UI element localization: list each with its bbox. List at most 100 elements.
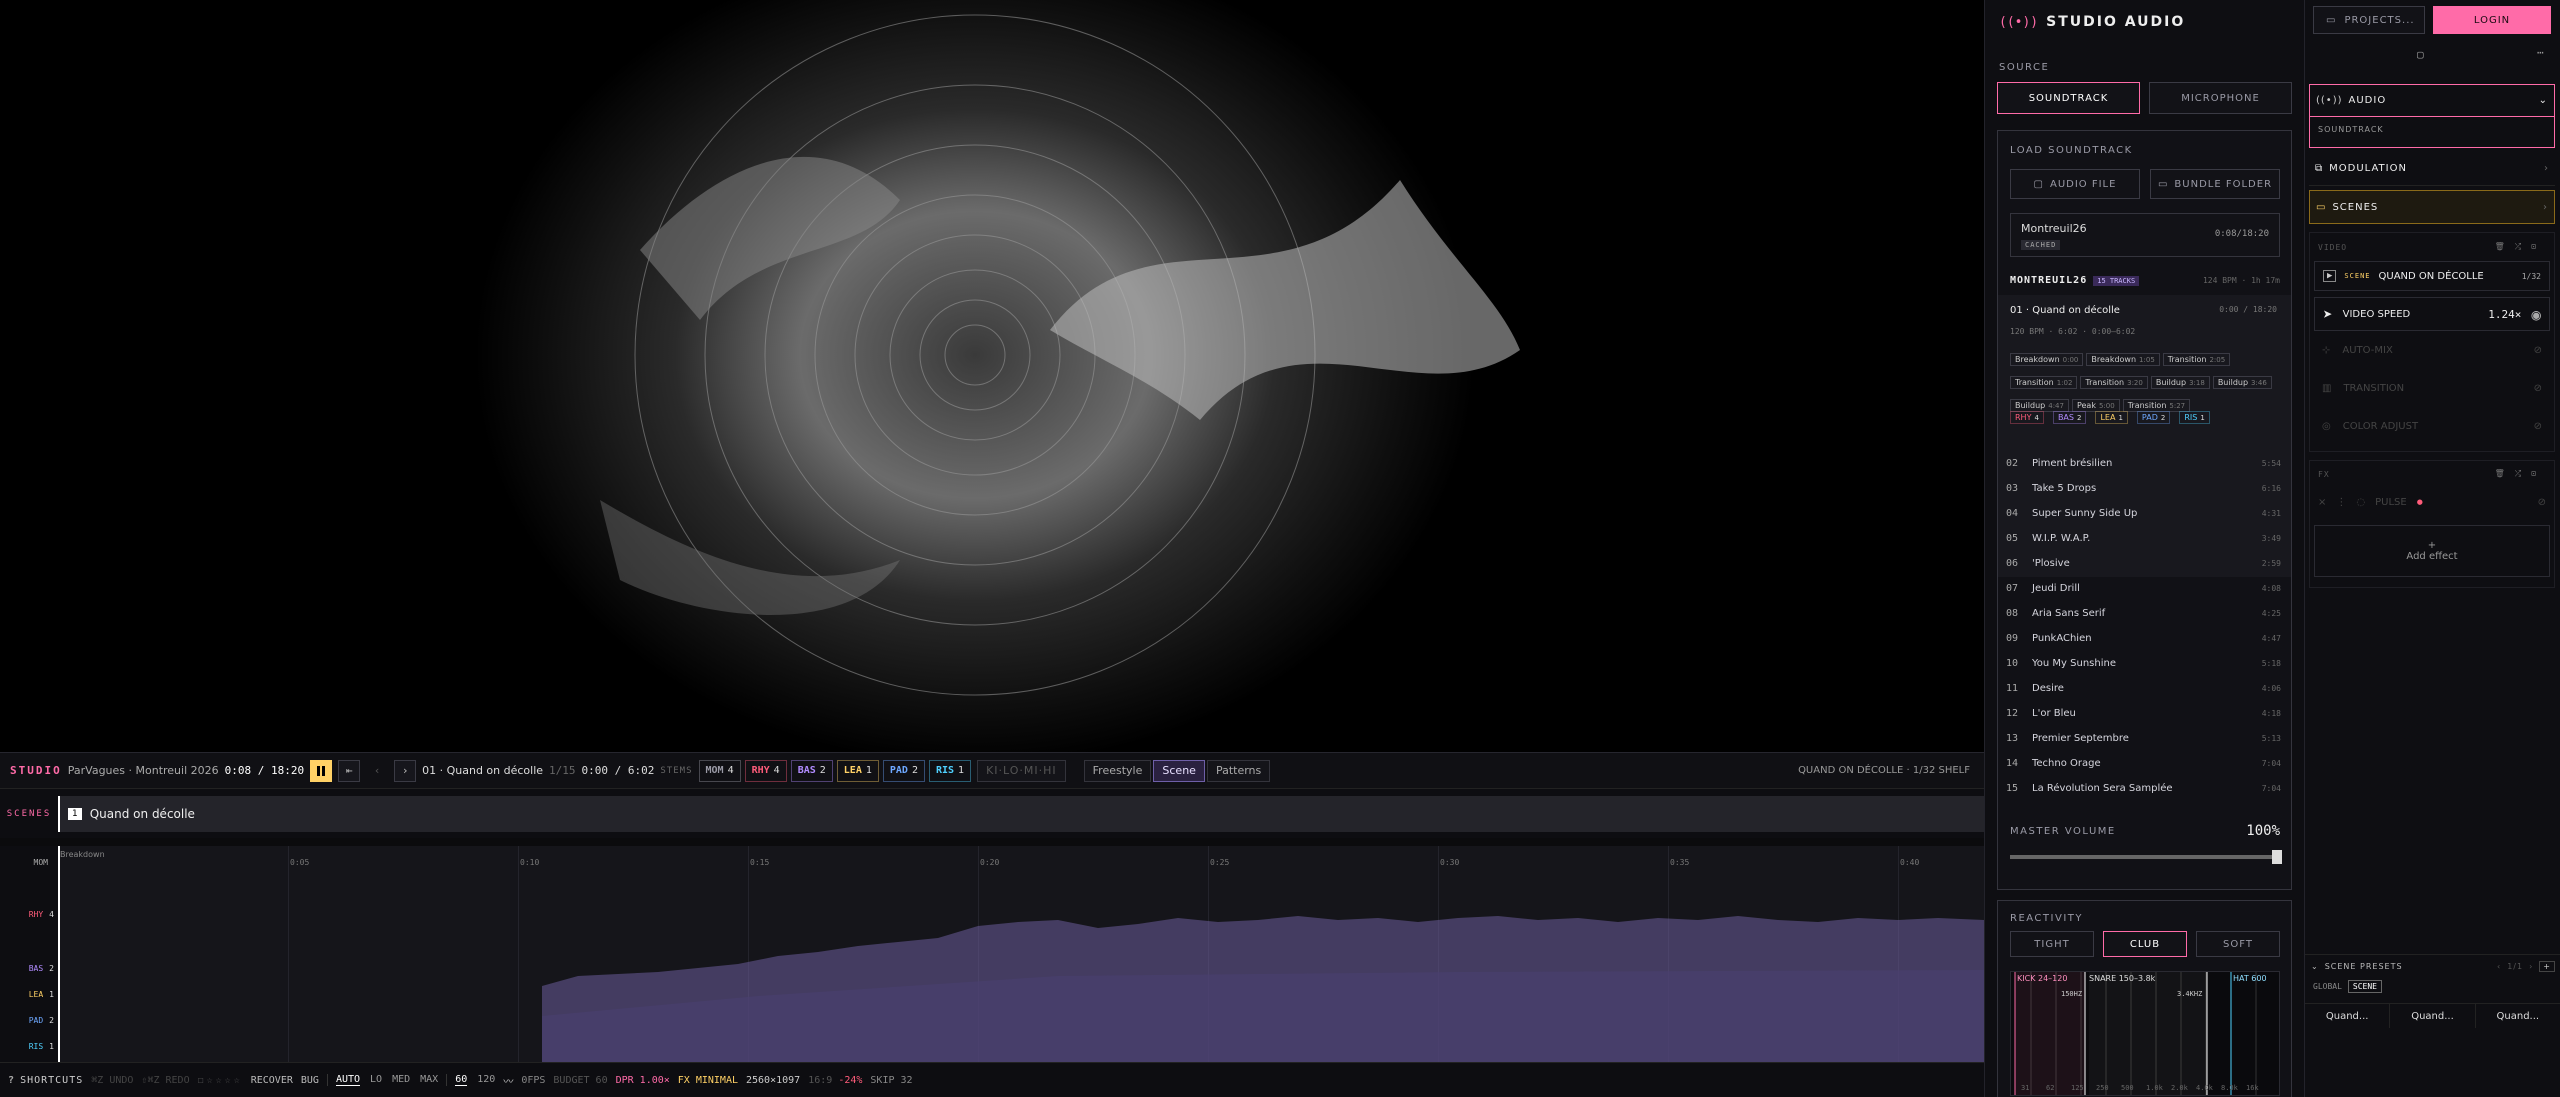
transition-row[interactable]: ▥ TRANSITION ⊘ <box>2310 369 2554 407</box>
prev-track-button[interactable]: ‹ <box>366 760 388 782</box>
stem-pill-mom[interactable]: MOM 4 <box>698 759 741 782</box>
more-icon[interactable]: ⋯ <box>2537 46 2544 59</box>
stem-pill-lea[interactable]: LEA 1 <box>836 759 879 782</box>
skip-start-button[interactable]: ⇤ <box>338 759 361 782</box>
fx-actions[interactable]: 🗑⤮⊡ <box>2495 469 2546 479</box>
bug-button[interactable]: BUG <box>301 1075 319 1086</box>
current-stem-bas[interactable]: BAS 2 <box>2052 411 2087 424</box>
current-stem-pad[interactable]: PAD 2 <box>2136 411 2171 424</box>
source-microphone-button[interactable]: MICROPHONE <box>2149 82 2292 114</box>
pause-button[interactable] <box>310 759 333 782</box>
mode-tab-patterns[interactable]: Patterns <box>1206 759 1271 782</box>
track-row[interactable]: 09 PunkAChien 4:47 <box>1998 626 2291 651</box>
track-row[interactable]: 03 Take 5 Drops 6:16 <box>1998 476 2291 501</box>
current-stem-lea[interactable]: LEA 1 <box>2095 411 2128 424</box>
quality-med[interactable]: MED <box>392 1074 410 1086</box>
mode-tab-freestyle[interactable]: Freestyle <box>1083 759 1152 782</box>
track-row[interactable]: 02 Piment brésilien 5:54 <box>1998 451 2291 476</box>
graph-icon[interactable]: 〰 <box>503 1073 513 1088</box>
section-tag[interactable]: Breakdown 1:05 <box>2086 353 2160 366</box>
master-volume-slider[interactable] <box>2010 850 2282 864</box>
scene-chip[interactable]: 1 Quand on décolle <box>58 795 1984 832</box>
timeline-area[interactable]: Breakdown 0:05 0:10 0:15 0:20 0:25 0:30 0:35 0:… <box>58 846 1984 1062</box>
quality-auto[interactable]: AUTO <box>335 1074 361 1086</box>
track-row[interactable]: 14 Techno Orage 7:04 <box>1998 751 2291 776</box>
section-tag[interactable]: Buildup 3:46 <box>2212 376 2272 389</box>
projects-button[interactable]: ▭ PROJECTS... <box>2313 6 2425 34</box>
section-tag[interactable]: Transition 3:20 <box>2080 376 2148 389</box>
stop-icon[interactable]: ▢ <box>2417 48 2424 61</box>
redo-button[interactable]: ⇧⌘Z REDO <box>141 1075 189 1086</box>
timeline[interactable]: MOM RHY 4 BAS 2 LEA 1 PAD 2 RIS 1 Breakdown 0:05 0:… <box>0 846 1984 1062</box>
track-row[interactable]: 06 'Plosive 2:59 <box>1998 551 2291 576</box>
loaded-soundtrack[interactable]: Montreuil26 CACHED 0:08/18:20 <box>2010 213 2280 257</box>
login-button[interactable]: LOGIN <box>2433 6 2551 34</box>
close-icon[interactable]: × <box>2318 497 2326 508</box>
shortcuts-button[interactable]: ? SHORTCUTS <box>8 1075 83 1086</box>
track-row[interactable]: 08 Aria Sans Serif 4:25 <box>1998 601 2291 626</box>
section-tag[interactable]: Buildup 3:18 <box>2150 376 2210 389</box>
audio-file-button[interactable]: ▢ AUDIO FILE <box>2010 169 2140 199</box>
bands-toggle[interactable]: KI·LO·MI·HI <box>977 759 1066 782</box>
current-stem-ris[interactable]: RIS 1 <box>2179 411 2210 424</box>
master-volume-handle[interactable] <box>2272 850 2282 864</box>
spectrum-analyzer[interactable]: KICK 24–120 SNARE 150–3.8k HAT 600 150HZ… <box>2010 971 2280 1096</box>
recover-button[interactable]: RECOVER <box>251 1075 293 1086</box>
stem-pill-ris[interactable]: RIS 1 <box>928 759 972 782</box>
reactivity-club-button[interactable]: CLUB <box>2103 931 2187 957</box>
quality-max[interactable]: MAX <box>420 1074 438 1086</box>
video-speed-row[interactable]: ➤ VIDEO SPEED 1.24× ◉ <box>2314 297 2550 331</box>
preset-tab-global[interactable]: GLOBAL <box>2309 981 2346 992</box>
eye-icon[interactable]: ◉ <box>2531 305 2541 324</box>
pulse-effect-row[interactable]: × ⋮ ◌ PULSE ● ⊘ <box>2310 487 2554 517</box>
add-preset-button[interactable]: + <box>2539 960 2555 972</box>
track-row[interactable]: 10 You My Sunshine 5:18 <box>1998 651 2291 676</box>
mode-tab-scene[interactable]: Scene <box>1153 759 1205 782</box>
reactivity-soft-button[interactable]: SOFT <box>2196 931 2280 957</box>
drag-handle-icon[interactable]: ⋮ <box>2336 497 2346 508</box>
chevron-down-icon[interactable]: ⌄ <box>2311 962 2319 971</box>
track-row[interactable]: 15 La Révolution Sera Samplée 7:04 <box>1998 776 2291 801</box>
bundle-folder-button[interactable]: ▭ BUNDLE FOLDER <box>2150 169 2280 199</box>
stem-pill-rhy[interactable]: RHY 4 <box>744 759 787 782</box>
scenes-section[interactable]: ▭ SCENES › <box>2309 190 2555 224</box>
section-tag[interactable]: Transition 2:05 <box>2162 353 2231 366</box>
chevron-right-icon: › <box>401 764 409 777</box>
track-row[interactable]: 11 Desire 4:06 <box>1998 676 2291 701</box>
quality-lo[interactable]: LO <box>370 1074 382 1086</box>
section-tag[interactable]: Transition 1:02 <box>2010 376 2078 389</box>
next-track-button[interactable]: › <box>394 759 417 782</box>
current-stem-rhy[interactable]: RHY 4 <box>2010 411 2044 424</box>
track-row[interactable]: 13 Premier Septembre 5:13 <box>1998 726 2291 751</box>
video-actions[interactable]: 🗑⤮⊡ <box>2495 242 2546 252</box>
scene-video-row[interactable]: ▶ SCENE QUAND ON DÉCOLLE 1/32 <box>2314 261 2550 291</box>
playhead[interactable] <box>58 846 60 1062</box>
fps-120[interactable]: 120 <box>477 1074 495 1086</box>
fps-60[interactable]: 60 <box>455 1074 468 1086</box>
auto-mix-row[interactable]: ⊹ AUTO-MIX ⊘ <box>2310 331 2554 369</box>
track-row[interactable]: 12 L'or Bleu 4:18 <box>1998 701 2291 726</box>
add-effect-button[interactable]: + Add effect <box>2314 525 2550 577</box>
preset-card[interactable]: Quand... <box>2390 1004 2476 1028</box>
section-tag[interactable]: Breakdown 0:00 <box>2010 353 2084 366</box>
undo-button[interactable]: ⌘Z UNDO <box>91 1075 133 1086</box>
modulation-section[interactable]: ⧉ MODULATION › <box>2309 152 2555 186</box>
presets-next[interactable]: › <box>2529 962 2533 971</box>
visual-stage[interactable] <box>0 0 1984 752</box>
audio-section[interactable]: ((•)) AUDIO ⌄ SOUNDTRACK <box>2309 84 2555 148</box>
stem-pill-pad[interactable]: PAD 2 <box>882 759 925 782</box>
color-adjust-row[interactable]: ◎ COLOR ADJUST ⊘ <box>2310 407 2554 445</box>
aspect-readout: 16:9 -24% <box>808 1074 863 1086</box>
preset-card[interactable]: Quand... <box>2476 1004 2560 1028</box>
presets-prev[interactable]: ‹ <box>2497 962 2501 971</box>
source-soundtrack-button[interactable]: SOUNDTRACK <box>1997 82 2140 114</box>
stem-pill-bas[interactable]: BAS 2 <box>790 759 833 782</box>
preset-grid: Quand... Quand... Quand... <box>2305 1003 2560 1028</box>
rating-stars[interactable]: ☐☆☆☆☆ <box>198 1075 243 1086</box>
preset-card[interactable]: Quand... <box>2305 1004 2391 1028</box>
preset-tab-scene[interactable]: SCENE <box>2347 979 2382 993</box>
track-row[interactable]: 07 Jeudi Drill 4:08 <box>1998 576 2291 601</box>
track-row[interactable]: 04 Super Sunny Side Up 4:31 <box>1998 501 2291 526</box>
track-row[interactable]: 05 W.I.P. W.A.P. 3:49 <box>1998 526 2291 551</box>
reactivity-tight-button[interactable]: TIGHT <box>2010 931 2094 957</box>
